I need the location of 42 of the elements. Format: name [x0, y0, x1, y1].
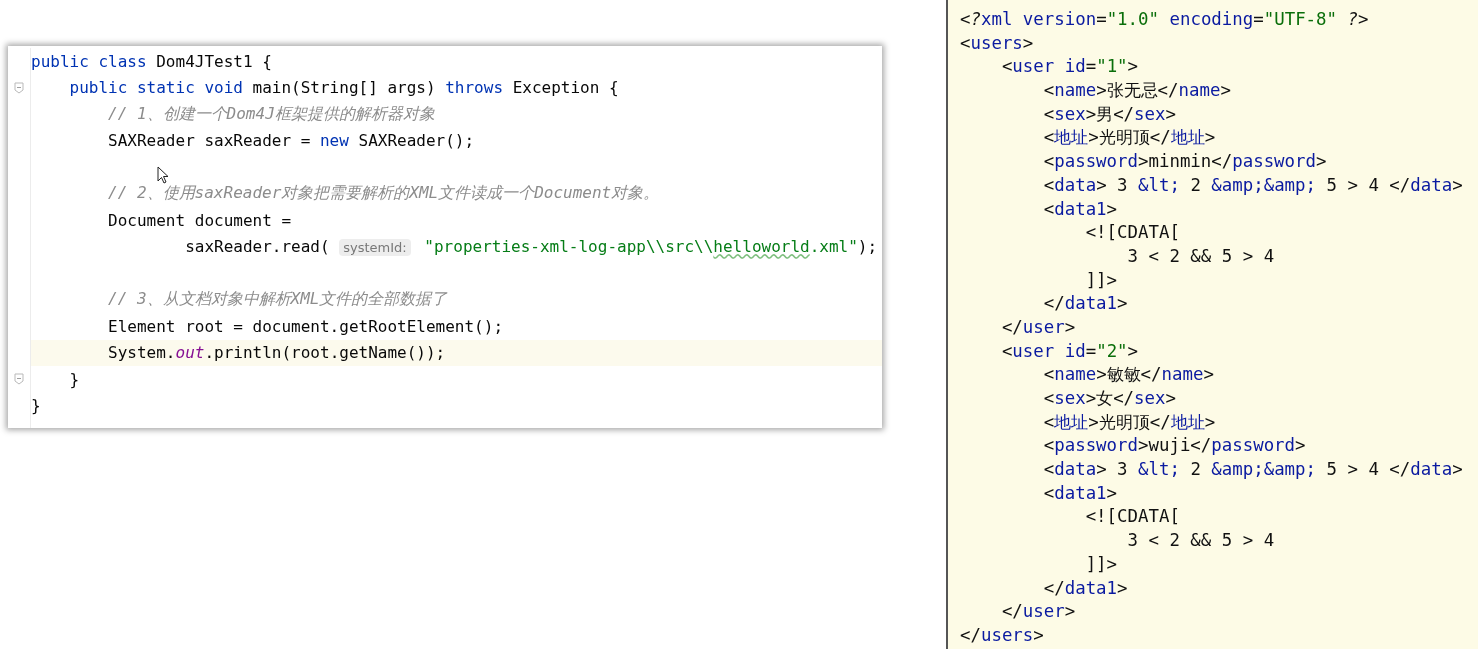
mouse-pointer-icon [157, 166, 169, 184]
code-line: Element root = document.getRootElement(); [107, 316, 503, 336]
xml-line: <data> 3 &lt; 2 &amp;&amp; 5 > 4 </data> [1042, 458, 1464, 482]
code-line: // 2、使用saxReader对象把需要解析的XML文件读成一个Document对象。 [107, 183, 660, 205]
fold-marker-icon[interactable] [14, 81, 24, 94]
xml-line: </user> [1000, 315, 1077, 339]
code-line: Document document = [107, 210, 292, 230]
xml-line: <![CDATA[ [1084, 505, 1181, 529]
code-line: public class Dom4JTest1 { [31, 51, 272, 71]
code-line: System.out.println(root.getName()); [107, 343, 446, 363]
xml-line: </user> [1000, 600, 1077, 624]
code-line: } [68, 369, 80, 389]
xml-line: <data1> [1042, 481, 1119, 505]
code-line: // 1、创建一个Dom4J框架提供的解析器对象 [107, 103, 435, 125]
xml-line: <user id="2"> [1000, 339, 1140, 363]
xml-line: </data1> [1042, 292, 1129, 316]
xml-line: <地址>光明顶</地址> [1042, 126, 1217, 150]
xml-line: <![CDATA[ [1084, 221, 1181, 245]
xml-line: <?xml version="1.0" encoding="UTF-8" ?> [960, 8, 1370, 31]
xml-line: <name>张无忌</name> [1042, 79, 1232, 103]
code-line: // 3、从文档对象中解析XML文件的全部数据了 [107, 289, 448, 311]
xml-line: ]]> [1084, 552, 1119, 576]
xml-line: <地址>光明顶</地址> [1042, 410, 1217, 434]
code-line: public static void main(String[] args) throws Exception { [68, 78, 619, 98]
xml-line: 3 < 2 && 5 > 4 [1126, 244, 1276, 268]
xml-line: <password>wuji</password> [1042, 434, 1307, 458]
xml-line: <data> 3 &lt; 2 &amp;&amp; 5 > 4 </data> [1042, 173, 1464, 197]
xml-line: <password>minmin</password> [1042, 150, 1328, 174]
code-line: saxReader.read( systemId: "properties-xml-log-app\\src\\helloworld.xml"); [184, 237, 878, 257]
xml-line: ]]> [1084, 268, 1119, 292]
xml-line: <name>敏敏</name> [1042, 363, 1215, 387]
fold-marker-icon[interactable] [14, 373, 24, 386]
xml-line: <data1> [1042, 197, 1119, 221]
code-line: } [31, 396, 41, 416]
xml-line: <user id="1"> [1000, 55, 1140, 79]
xml-line: </data1> [1042, 576, 1129, 600]
xml-line: 3 < 2 && 5 > 4 [1126, 529, 1276, 553]
xml-line: <users> [960, 31, 1035, 55]
xml-line: </users> [960, 623, 1045, 647]
xml-line: <sex>女</sex> [1042, 387, 1177, 410]
code-line: SAXReader saxReader = new SAXReader(); [107, 131, 475, 151]
xml-line: <sex>男</sex> [1042, 102, 1177, 126]
